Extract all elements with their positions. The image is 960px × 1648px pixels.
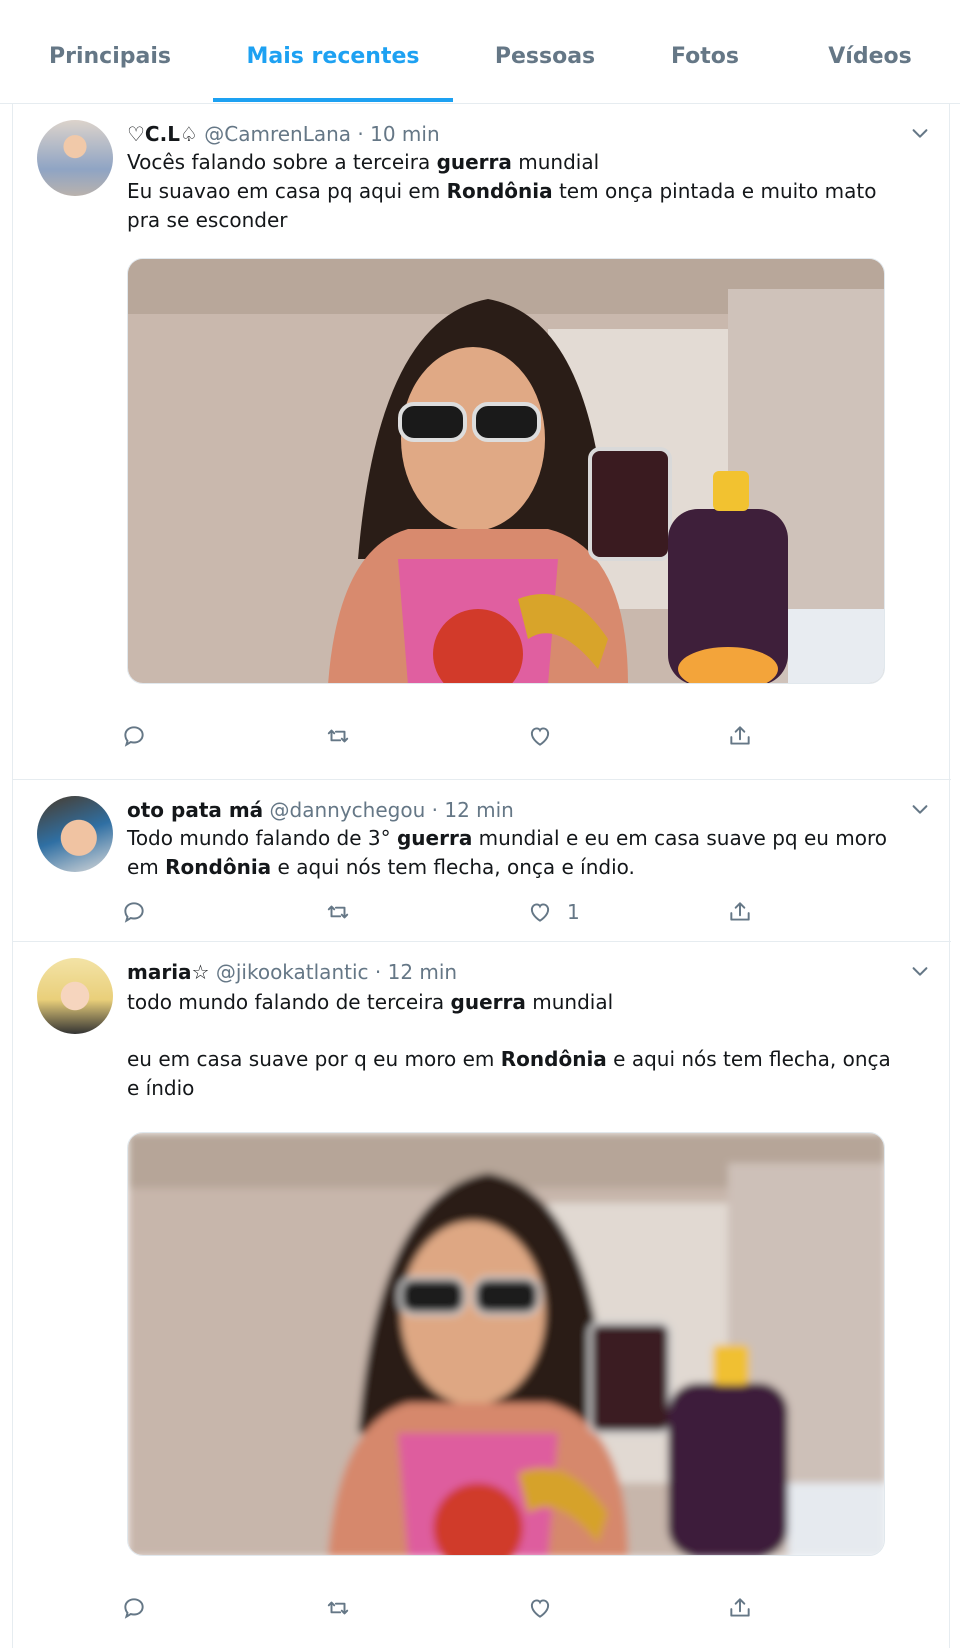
text-line: Todo mundo falando de 3° guerra mundial … (127, 826, 888, 850)
search-tabs: Principais Mais recentes Pessoas Fotos V… (0, 0, 960, 104)
reply-button[interactable] (121, 896, 147, 928)
share-button[interactable] (727, 1592, 753, 1624)
text-line: pra se esconder (127, 208, 288, 232)
text-line: em Rondônia e aqui nós tem flecha, onça … (127, 855, 635, 879)
chevron-down-icon[interactable] (909, 960, 931, 982)
tab-mais-recentes[interactable]: Mais recentes (213, 44, 453, 104)
tweet-header: maria☆ @jikookatlantic · 12 min (127, 958, 457, 986)
reply-icon (124, 902, 144, 923)
reply-button[interactable] (121, 720, 147, 752)
text-line (127, 1017, 927, 1045)
text-line: eu em casa suave por q eu moro em Rondôn… (127, 1047, 891, 1071)
like-button[interactable]: 1 (527, 896, 580, 928)
tweet-photo[interactable] (127, 1132, 885, 1556)
timestamp[interactable]: · 10 min (357, 122, 439, 146)
tweet-3[interactable]: maria☆ @jikookatlantic · 12 min todo mun… (13, 942, 951, 1648)
reply-icon (124, 1598, 144, 1619)
like-count: 1 (567, 900, 580, 924)
retweet-icon (327, 1601, 349, 1615)
share-button[interactable] (727, 896, 753, 928)
tab-fotos[interactable]: Fotos (650, 44, 760, 104)
text-line: Eu suavao em casa pq aqui em Rondônia te… (127, 179, 877, 203)
tweet-text: Vocês falando sobre a terceira guerra mu… (127, 148, 927, 235)
tweet-2[interactable]: oto pata má @dannychegou · 12 min Todo m… (13, 780, 951, 942)
display-name[interactable]: oto pata má (127, 798, 263, 822)
tab-principais[interactable]: Principais (40, 44, 180, 104)
text-line: todo mundo falando de terceira guerra mu… (127, 990, 614, 1014)
retweet-icon (327, 729, 349, 743)
tab-videos[interactable]: Vídeos (810, 44, 930, 104)
chevron-down-icon[interactable] (909, 798, 931, 820)
like-button[interactable] (527, 1592, 567, 1624)
tab-pessoas[interactable]: Pessoas (480, 44, 610, 104)
tweet-actions (13, 1592, 951, 1624)
reply-button[interactable] (121, 1592, 147, 1624)
avatar[interactable] (37, 120, 113, 196)
tweet-text: todo mundo falando de terceira guerra mu… (127, 988, 927, 1103)
tweet-1[interactable]: ♡C.L♤ @CamrenLana · 10 min Vocês falando… (13, 104, 951, 780)
tweet-actions: 1 (13, 896, 951, 928)
display-name[interactable]: maria☆ (127, 960, 209, 984)
share-button[interactable] (727, 720, 753, 752)
tweet-header: oto pata má @dannychegou · 12 min (127, 796, 514, 824)
retweet-button[interactable] (325, 896, 351, 928)
tweet-actions (13, 720, 951, 752)
like-icon (530, 903, 550, 922)
display-name[interactable]: ♡C.L♤ (127, 122, 198, 146)
tweet-photo[interactable] (127, 258, 885, 684)
like-icon (530, 727, 550, 746)
tweet-header: ♡C.L♤ @CamrenLana · 10 min (127, 120, 440, 148)
share-icon (730, 1598, 750, 1617)
active-tab-indicator (213, 98, 453, 102)
avatar[interactable] (37, 958, 113, 1034)
share-icon (730, 902, 750, 921)
like-icon (530, 1599, 550, 1618)
user-handle[interactable]: @CamrenLana (204, 122, 351, 146)
user-handle[interactable]: @dannychegou (270, 798, 426, 822)
photo-girl-sunglasses (128, 259, 884, 683)
timestamp[interactable]: · 12 min (432, 798, 514, 822)
retweet-button[interactable] (325, 1592, 351, 1624)
photo-girl-sunglasses-blurry (128, 1133, 884, 1555)
text-line: e índio (127, 1076, 195, 1100)
reply-icon (124, 726, 144, 747)
user-handle[interactable]: @jikookatlantic (216, 960, 369, 984)
text-line: Vocês falando sobre a terceira guerra mu… (127, 150, 600, 174)
chevron-down-icon[interactable] (909, 122, 931, 144)
avatar[interactable] (37, 796, 113, 872)
retweet-button[interactable] (325, 720, 351, 752)
share-icon (730, 726, 750, 745)
tweet-text: Todo mundo falando de 3° guerra mundial … (127, 824, 927, 882)
like-button[interactable] (527, 720, 567, 752)
retweet-icon (327, 905, 349, 919)
timestamp[interactable]: · 12 min (375, 960, 457, 984)
tweet-feed: ♡C.L♤ @CamrenLana · 10 min Vocês falando… (12, 104, 951, 1648)
